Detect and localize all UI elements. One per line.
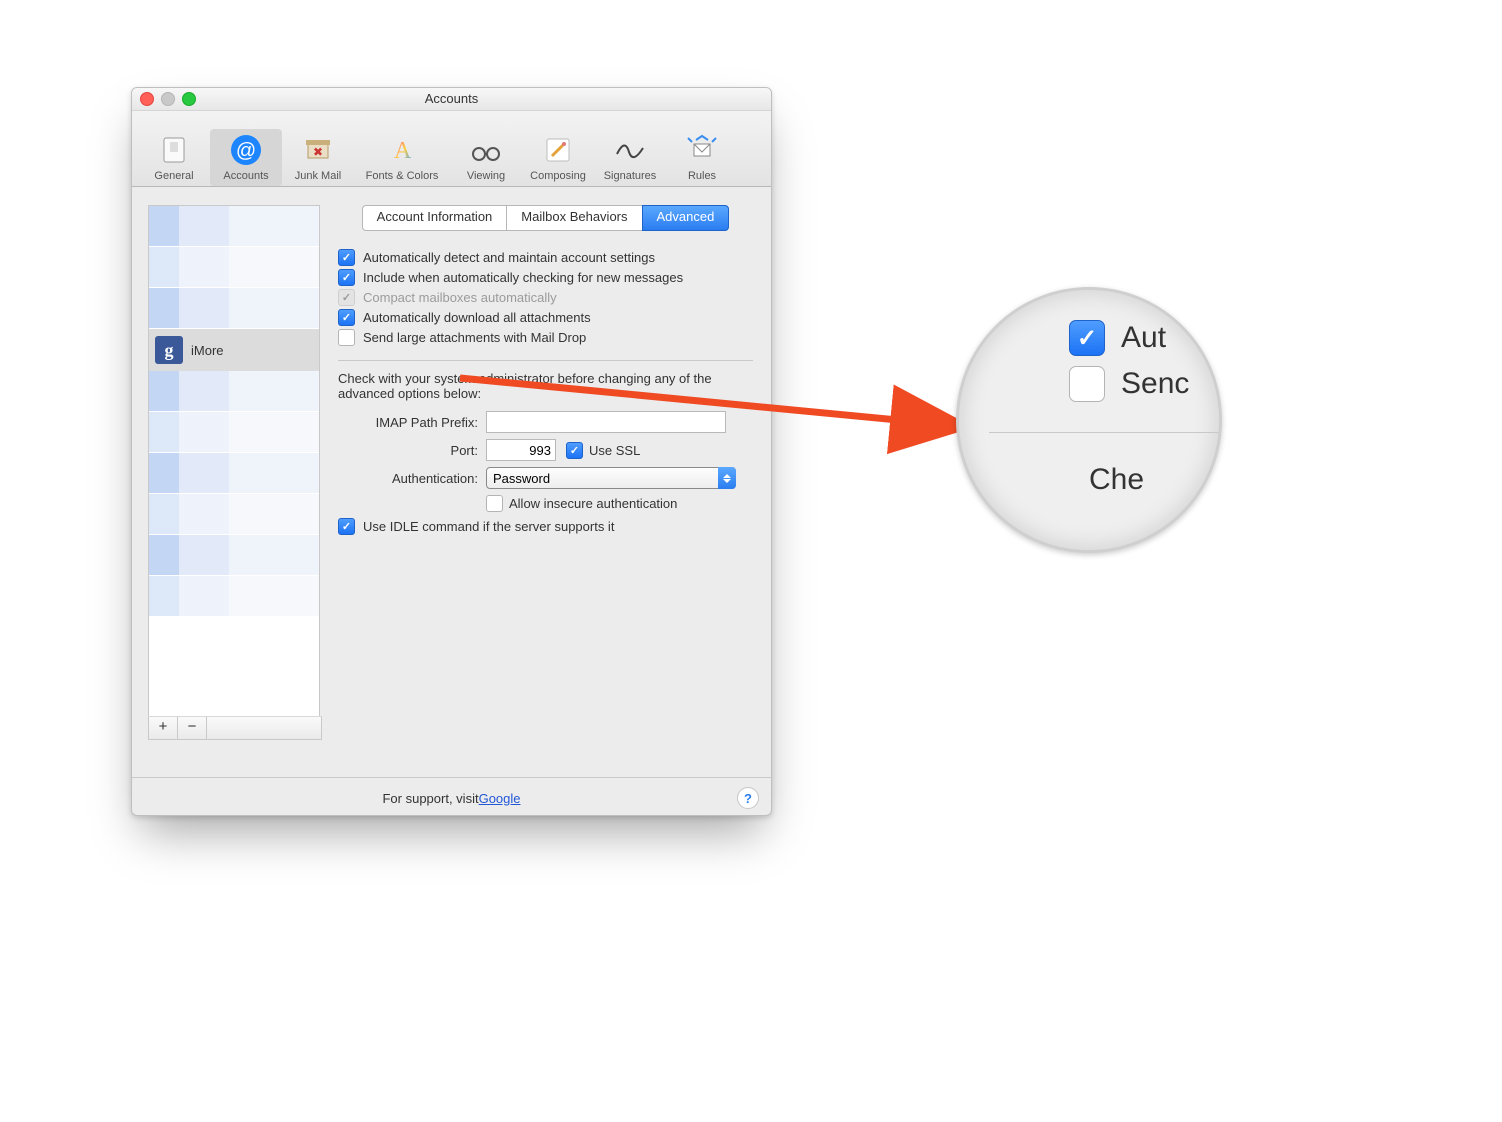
advanced-note: Check with your system administrator bef…: [338, 371, 753, 401]
close-button[interactable]: [140, 92, 154, 106]
checkbox-include-new[interactable]: [338, 269, 355, 286]
row-insecure: Allow insecure authentication: [338, 495, 753, 512]
accounts-list[interactable]: g iMore: [148, 205, 320, 716]
checkbox-autodl[interactable]: [338, 309, 355, 326]
toolbar-fonts-colors[interactable]: A Fonts & Colors: [354, 129, 450, 186]
toolbar-junk[interactable]: ✖ Junk Mail: [282, 129, 354, 186]
lens-checkbox-maildrop: [1069, 366, 1105, 402]
minimize-button[interactable]: [161, 92, 175, 106]
toolbar-signatures[interactable]: Signatures: [594, 129, 666, 186]
checkbox-compact: [338, 289, 355, 306]
account-name: iMore: [191, 343, 224, 358]
label-port: Port:: [338, 443, 486, 458]
row-maildrop: Send large attachments with Mail Drop: [338, 329, 753, 346]
signature-icon: [613, 133, 647, 167]
toolbar-composing[interactable]: Composing: [522, 129, 594, 186]
trash-icon: ✖: [301, 133, 335, 167]
lens-label-maildrop: Senc: [1121, 367, 1189, 401]
account-row-blurred[interactable]: [149, 576, 319, 616]
row-autodetect: Automatically detect and maintain accoun…: [338, 249, 753, 266]
row-auth: Authentication: Password: [338, 467, 753, 489]
label-maildrop: Send large attachments with Mail Drop: [363, 330, 586, 345]
accounts-list-footer: + −: [148, 716, 322, 740]
glasses-icon: [469, 133, 503, 167]
label-autodetect: Automatically detect and maintain accoun…: [363, 250, 655, 265]
help-button[interactable]: ?: [737, 787, 759, 809]
select-auth[interactable]: Password: [486, 467, 736, 489]
account-row-selected[interactable]: g iMore: [149, 329, 319, 371]
google-icon: g: [155, 336, 183, 364]
svg-text:@: @: [236, 140, 256, 162]
window-footer: For support, visit Google ?: [132, 777, 771, 816]
zoom-button[interactable]: [182, 92, 196, 106]
row-port: Port: Use SSL: [338, 439, 753, 461]
checkbox-maildrop[interactable]: [338, 329, 355, 346]
rules-icon: [685, 133, 719, 167]
label-insecure: Allow insecure authentication: [509, 496, 677, 511]
zoom-lens-content: Aut Senc Che: [956, 287, 1222, 497]
label-auth: Authentication:: [338, 471, 486, 486]
add-account-button[interactable]: +: [149, 717, 178, 739]
toolbar-viewing[interactable]: Viewing: [450, 129, 522, 186]
detail-subtabs: Account Information Mailbox Behaviors Ad…: [338, 205, 753, 231]
window-title: Accounts: [425, 91, 478, 106]
svg-text:A: A: [394, 138, 412, 164]
preferences-window: Accounts General @ Accounts ✖ Junk Mail …: [131, 87, 772, 816]
toolbar-rules[interactable]: Rules: [666, 129, 738, 186]
label-imap-prefix: IMAP Path Prefix:: [338, 415, 486, 430]
separator: [338, 360, 753, 361]
content: g iMore + − Account Information Mailbox …: [132, 187, 771, 777]
lens-label-check: Che: [1089, 463, 1222, 497]
checkbox-insecure[interactable]: [486, 495, 503, 512]
account-row-blurred[interactable]: [149, 453, 319, 493]
row-compact: Compact mailboxes automatically: [338, 289, 753, 306]
input-port[interactable]: [486, 439, 556, 461]
at-icon: @: [229, 133, 263, 167]
account-row-blurred[interactable]: [149, 288, 319, 328]
label-usessl: Use SSL: [589, 443, 640, 458]
label-autodl: Automatically download all attachments: [363, 310, 591, 325]
account-row-blurred[interactable]: [149, 535, 319, 575]
toolbar-accounts[interactable]: @ Accounts: [210, 129, 282, 186]
support-link[interactable]: Google: [479, 791, 521, 806]
checkbox-idle[interactable]: [338, 518, 355, 535]
traffic-lights: [140, 92, 196, 106]
account-row-blurred[interactable]: [149, 247, 319, 287]
select-auth-wrap: Password: [486, 467, 736, 489]
svg-text:✖: ✖: [313, 145, 323, 159]
lens-checkbox-autodl: [1069, 320, 1105, 356]
checkbox-autodetect[interactable]: [338, 249, 355, 266]
account-detail: Account Information Mailbox Behaviors Ad…: [322, 187, 771, 777]
label-compact: Compact mailboxes automatically: [363, 290, 557, 305]
label-idle: Use IDLE command if the server supports …: [363, 519, 614, 534]
toolbar-general[interactable]: General: [138, 129, 210, 186]
support-prefix: For support, visit: [382, 791, 478, 806]
prefs-toolbar: General @ Accounts ✖ Junk Mail A Fonts &…: [132, 111, 771, 187]
account-row-blurred[interactable]: [149, 412, 319, 452]
accounts-sidebar: g iMore + −: [148, 205, 322, 777]
checkbox-usessl[interactable]: [566, 442, 583, 459]
window-titlebar: Accounts: [132, 88, 771, 111]
tab-mailbox-behaviors[interactable]: Mailbox Behaviors: [506, 205, 641, 231]
row-autodl: Automatically download all attachments: [338, 309, 753, 326]
lens-label-autodl: Aut: [1121, 321, 1166, 355]
tab-advanced[interactable]: Advanced: [642, 205, 730, 231]
row-idle: Use IDLE command if the server supports …: [338, 518, 753, 535]
account-row-blurred[interactable]: [149, 494, 319, 534]
pencil-icon: [541, 133, 575, 167]
switch-icon: [157, 133, 191, 167]
zoom-lens: Aut Senc Che: [956, 287, 1222, 553]
remove-account-button[interactable]: −: [178, 717, 207, 739]
account-row-blurred[interactable]: [149, 371, 319, 411]
input-imap-prefix[interactable]: [486, 411, 726, 433]
tab-account-information[interactable]: Account Information: [362, 205, 507, 231]
row-imap-prefix: IMAP Path Prefix:: [338, 411, 753, 433]
account-row-blurred[interactable]: [149, 206, 319, 246]
fonts-icon: A: [385, 133, 419, 167]
row-include-new: Include when automatically checking for …: [338, 269, 753, 286]
label-include-new: Include when automatically checking for …: [363, 270, 683, 285]
